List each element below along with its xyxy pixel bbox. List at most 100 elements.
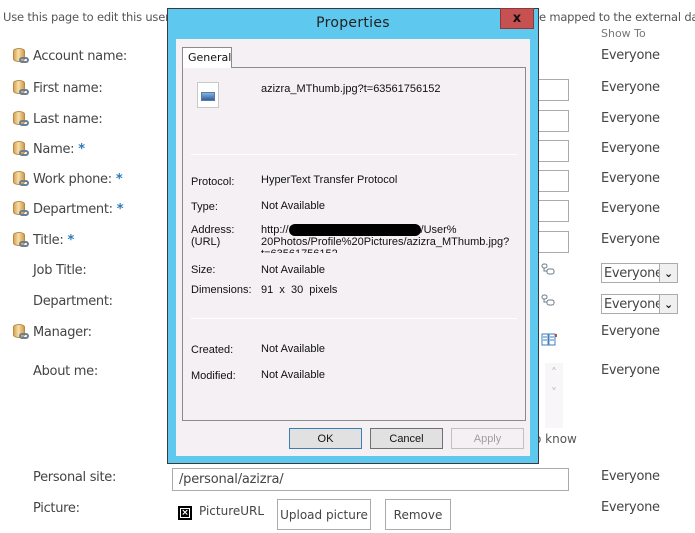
row-account-name: Account name: [12,47,127,65]
general-tab-page: azizra_MThumb.jpg?t=63561756152 Protocol… [182,67,526,421]
row-label: Name: [33,141,75,157]
row-label: Department: [33,201,113,217]
protocol-label: Protocol: [191,176,235,188]
show-to-title: Everyone [601,232,660,247]
dialog-title: Properties [316,15,390,31]
intro-text-left: Use this page to edit this user p [3,10,181,24]
required-asterisk: * [115,171,123,187]
type-label: Type: [191,201,218,213]
show-to-about-me: Everyone [601,363,660,378]
show-to-header: Show To [601,27,646,40]
size-value: Not Available [261,264,326,276]
row-label: Work phone: [33,171,112,187]
row-work-phone: Work phone: * [12,170,123,188]
row-picture: Picture: [33,499,80,517]
row-manager: Manager: [12,323,92,341]
row-title: Title: * [12,231,74,249]
close-button[interactable]: x [500,8,534,29]
required-asterisk: * [78,141,85,157]
intro-text-right: e mapped to the external data [539,10,695,24]
chevron-down-icon[interactable]: ⌄ [659,295,677,313]
address-label-line1: Address: [191,224,235,236]
row-department-2: Department: [33,292,113,310]
chevron-down-icon[interactable]: ⌄ [659,264,677,282]
row-label: Manager: [33,324,92,340]
show-to-picture: Everyone [601,500,660,515]
broken-image-icon: × [178,506,192,520]
address-line3: t=63561756152 [261,248,523,253]
row-label: First name: [33,80,103,96]
close-icon[interactable]: x [513,11,521,26]
created-value: Not Available [261,343,326,355]
taxonomy-picker-icon[interactable] [541,294,555,309]
show-to-department: Everyone [601,201,660,216]
database-link-icon [12,200,30,218]
upload-picture-button[interactable]: Upload picture [277,499,371,530]
separator [191,318,517,319]
required-asterisk: * [67,232,74,248]
row-last-name: Last name: [12,110,103,128]
required-asterisk: * [116,201,124,217]
row-label: About me: [33,363,98,379]
dimensions-value: 91 x 30 pixels [261,284,338,296]
row-personal-site: Personal site: [33,468,116,486]
address-line2: 20Photos/Profile%20Pictures/azizra_MThum… [261,236,510,248]
personal-site-input[interactable]: /personal/azizra/ [172,468,569,491]
row-label: Personal site: [33,469,117,485]
modified-label: Modified: [191,370,236,382]
address-suffix: /User% [420,224,457,236]
select-value: Everyone [604,265,663,281]
file-name: azizra_MThumb.jpg?t=63561756152 [261,83,441,95]
show-to-first-name: Everyone [601,80,660,95]
row-label: Account name: [33,48,127,64]
taxonomy-picker-icon[interactable] [541,263,555,278]
select-value: Everyone [604,296,663,312]
show-to-department-select[interactable]: Everyone ⌄ [601,294,678,314]
address-line1: http:// /User% [261,224,523,237]
remove-picture-button[interactable]: Remove [385,499,451,530]
protocol-value: HyperText Transfer Protocol [261,174,398,186]
about-me-scrollbar[interactable]: ˄ ˅ [545,363,563,428]
show-to-job-title-select[interactable]: Everyone ⌄ [601,263,678,283]
database-link-icon [12,231,30,249]
row-department: Department: * [12,200,124,218]
show-to-last-name: Everyone [601,111,660,126]
apply-button[interactable]: Apply [451,428,524,449]
row-about-me: About me: [33,362,98,380]
ok-button[interactable]: OK [289,428,362,449]
row-job-title: Job Title: [33,261,87,279]
address-prefix: http:// [261,224,289,236]
separator [191,154,517,155]
row-label: Title: [33,232,64,248]
row-label: Last name: [33,111,103,127]
tab-general[interactable]: General [182,47,232,68]
database-link-icon [12,47,30,65]
database-link-icon [12,110,30,128]
show-to-personal-site: Everyone [601,469,660,484]
scroll-up-icon[interactable]: ˄ [545,363,563,383]
database-link-icon [12,323,30,341]
created-label: Created: [191,344,234,356]
row-label: Job Title: [33,262,87,278]
database-link-icon [12,79,30,97]
row-label: Department: [33,293,113,309]
database-link-icon [12,170,30,188]
cancel-button[interactable]: Cancel [370,428,443,449]
image-file-icon [197,82,219,108]
modified-value: Not Available [261,369,326,381]
dimensions-label: Dimensions: [191,284,252,296]
show-to-account-name: Everyone [601,48,660,63]
properties-dialog: Properties x General azizra_MThumb.jpg?t… [167,8,539,464]
picture-alt-text: PictureURL [199,504,265,518]
row-label: Picture: [33,500,80,516]
scroll-down-icon[interactable]: ˅ [545,383,563,403]
show-to-work-phone: Everyone [601,171,660,186]
show-to-name: Everyone [601,141,660,156]
type-value: Not Available [261,200,326,212]
dialog-body: General azizra_MThumb.jpg?t=63561756152 … [176,39,530,456]
database-link-icon [12,140,30,158]
row-name: Name: * [12,140,85,158]
browse-address-book-icon[interactable] [541,333,557,349]
address-label-line2: (URL) [191,236,221,248]
address-label: Address: (URL) [191,224,234,248]
